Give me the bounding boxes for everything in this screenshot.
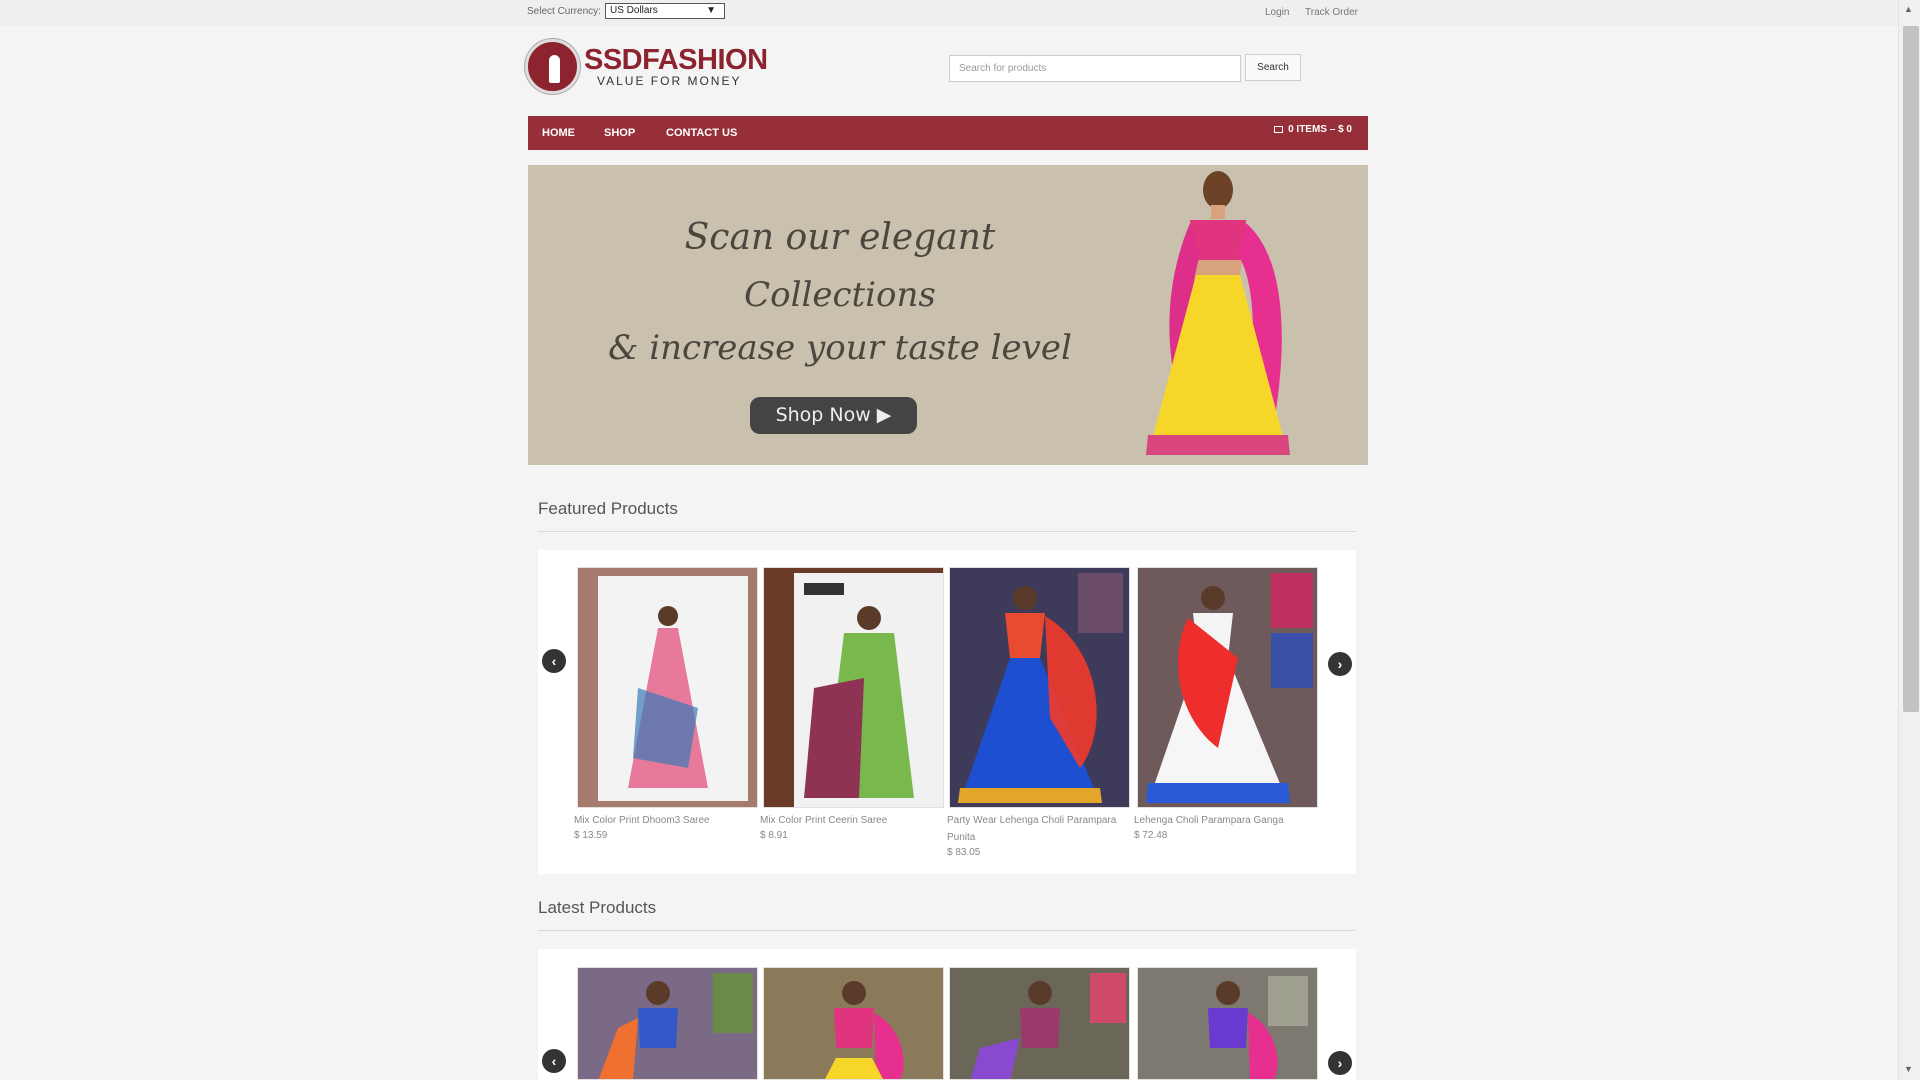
hero-banner[interactable]: Scan our elegant Collections & increase … bbox=[528, 165, 1368, 465]
nav-home[interactable]: HOME bbox=[542, 127, 575, 139]
hero-line-2: Collections bbox=[744, 275, 936, 315]
product-image-lehenga-punita[interactable] bbox=[949, 567, 1130, 808]
site-logo[interactable]: SSDFASHION VALUE FOR MONEY bbox=[525, 38, 768, 96]
product-name[interactable]: Mix Color Print Dhoom3 Saree bbox=[574, 812, 756, 829]
page-scrollbar[interactable]: ▲ ▼ bbox=[1898, 0, 1920, 1080]
product-name[interactable]: Lehenga Choli Parampara Ganga bbox=[1134, 812, 1316, 829]
product-name[interactable]: Party Wear Lehenga Choli Parampara Punit… bbox=[947, 812, 1129, 846]
currency-label: Select Currency: bbox=[527, 6, 601, 17]
shop-now-button[interactable]: Shop Now ▶ bbox=[750, 397, 917, 434]
model-lehenga-image bbox=[1146, 171, 1290, 455]
logo-tagline: VALUE FOR MONEY bbox=[597, 74, 742, 88]
featured-carousel: ‹ › Mix Color Print Dhoom3 Saree $ 13.59… bbox=[538, 550, 1356, 874]
product-price: $ 13.59 bbox=[574, 830, 608, 841]
latest-product-image[interactable] bbox=[949, 967, 1130, 1080]
scroll-down-icon[interactable]: ▼ bbox=[1904, 1064, 1913, 1074]
top-bar: Select Currency: US Dollars ▼ Login Trac… bbox=[0, 0, 1898, 26]
product-image-ceerin-saree[interactable] bbox=[763, 567, 944, 808]
search-button[interactable]: Search bbox=[1245, 54, 1301, 81]
latest-products-title: Latest Products bbox=[538, 898, 657, 917]
featured-next-icon[interactable]: › bbox=[1328, 652, 1352, 676]
latest-product-image[interactable] bbox=[763, 967, 944, 1080]
latest-next-icon[interactable]: › bbox=[1328, 1051, 1352, 1075]
product-price: $ 72.48 bbox=[1134, 830, 1168, 841]
hero-line-1: Scan our elegant bbox=[684, 217, 996, 258]
product-image-lehenga-ganga[interactable] bbox=[1137, 567, 1318, 808]
scroll-thumb[interactable] bbox=[1903, 26, 1919, 712]
login-link[interactable]: Login bbox=[1265, 7, 1289, 18]
dropdown-arrow-icon: ▼ bbox=[706, 5, 716, 16]
product-price: $ 83.05 bbox=[947, 847, 981, 858]
latest-divider bbox=[538, 930, 1356, 931]
latest-carousel: ‹ › bbox=[538, 949, 1356, 1080]
main-nav: HOME SHOP CONTACT US 0 ITEMS – $ 0 bbox=[528, 116, 1368, 150]
featured-products-title: Featured Products bbox=[538, 499, 678, 518]
cart-summary[interactable]: 0 ITEMS – $ 0 bbox=[1274, 124, 1352, 135]
latest-product-image[interactable] bbox=[1137, 967, 1318, 1080]
logo-emblem-icon bbox=[525, 39, 580, 94]
hero-line-3: & increase your taste level bbox=[608, 328, 1072, 368]
nav-contact-us[interactable]: CONTACT US bbox=[666, 127, 737, 139]
nav-shop[interactable]: SHOP bbox=[604, 127, 635, 139]
featured-prev-icon[interactable]: ‹ bbox=[542, 649, 566, 673]
latest-product-image[interactable] bbox=[577, 967, 758, 1080]
currency-select[interactable]: US Dollars ▼ bbox=[605, 3, 725, 19]
featured-divider bbox=[538, 531, 1356, 532]
search-input[interactable] bbox=[949, 55, 1241, 82]
product-image-dhoom3-saree[interactable] bbox=[577, 567, 758, 808]
cart-icon bbox=[1274, 125, 1284, 133]
currency-value: US Dollars bbox=[610, 5, 658, 16]
latest-prev-icon[interactable]: ‹ bbox=[542, 1049, 566, 1073]
logo-title: SSDFASHION bbox=[584, 44, 768, 76]
track-order-link[interactable]: Track Order bbox=[1305, 7, 1358, 18]
product-price: $ 8.91 bbox=[760, 830, 788, 841]
product-name[interactable]: Mix Color Print Ceerin Saree bbox=[760, 812, 942, 829]
cart-text: 0 ITEMS – $ 0 bbox=[1288, 124, 1352, 135]
scroll-up-icon[interactable]: ▲ bbox=[1904, 4, 1913, 14]
